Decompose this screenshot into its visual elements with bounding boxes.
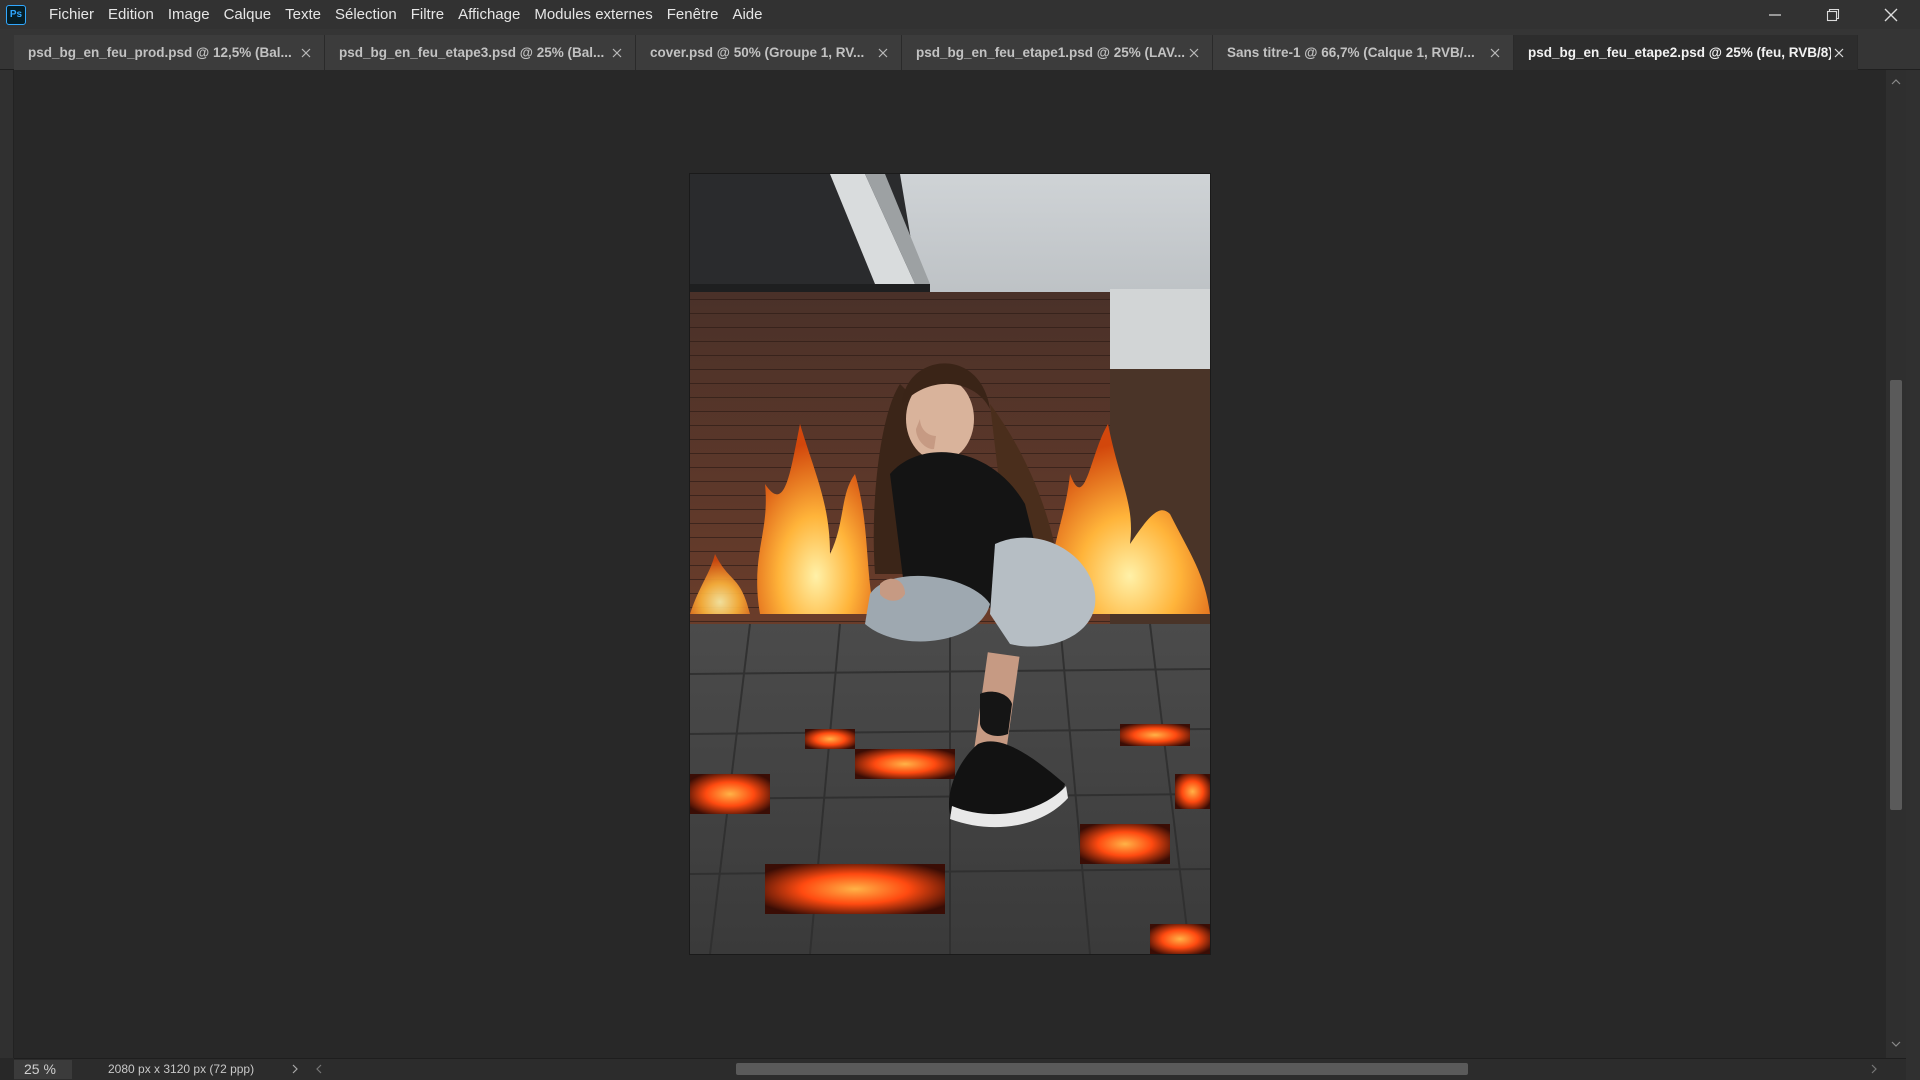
menu-selection[interactable]: Sélection <box>328 0 404 29</box>
menu-bar: Ps Fichier Edition Image Calque Texte Sé… <box>0 0 1920 29</box>
tab-label: cover.psd @ 50% (Groupe 1, RV... <box>650 45 865 60</box>
document-canvas-image[interactable] <box>690 174 1210 954</box>
document-info[interactable]: 2080 px x 3120 px (72 ppp) <box>108 1059 254 1080</box>
scroll-up-icon[interactable] <box>1891 78 1901 86</box>
tab-close-icon[interactable] <box>1186 48 1202 58</box>
vertical-scroll-thumb[interactable] <box>1890 380 1902 810</box>
minimize-icon <box>1769 13 1781 16</box>
menu-edition[interactable]: Edition <box>101 0 161 29</box>
tab-sans-titre-1[interactable]: Sans titre-1 @ 66,7% (Calque 1, RVB/... <box>1213 35 1514 70</box>
menu-affichage[interactable]: Affichage <box>451 0 527 29</box>
tab-close-icon[interactable] <box>1831 48 1847 58</box>
tab-cover[interactable]: cover.psd @ 50% (Groupe 1, RV... <box>636 35 902 70</box>
tab-label: psd_bg_en_feu_etape1.psd @ 25% (LAV... <box>916 45 1185 60</box>
scroll-down-icon[interactable] <box>1891 1040 1901 1048</box>
tab-label: Sans titre-1 @ 66,7% (Calque 1, RVB/... <box>1227 45 1475 60</box>
minimize-button[interactable] <box>1746 0 1804 29</box>
photoshop-logo-icon[interactable]: Ps <box>6 4 26 25</box>
vertical-scrollbar[interactable] <box>1886 70 1906 1058</box>
close-icon <box>1884 8 1898 21</box>
tab-psd-bg-en-feu-etape3[interactable]: psd_bg_en_feu_etape3.psd @ 25% (Bal... <box>325 35 636 70</box>
tab-close-icon[interactable] <box>298 48 314 58</box>
menu-modules-externes[interactable]: Modules externes <box>527 0 659 29</box>
menu-fichier[interactable]: Fichier <box>42 0 101 29</box>
tab-label: psd_bg_en_feu_prod.psd @ 12,5% (Bal... <box>28 45 292 60</box>
menu-aide[interactable]: Aide <box>725 0 769 29</box>
horizontal-scroll-thumb[interactable] <box>736 1063 1468 1075</box>
tab-label: psd_bg_en_feu_etape2.psd @ 25% (feu, RVB… <box>1528 45 1831 60</box>
tab-psd-bg-en-feu-etape2[interactable]: psd_bg_en_feu_etape2.psd @ 25% (feu, RVB… <box>1514 35 1858 70</box>
toolbar-edge <box>0 70 14 1058</box>
scroll-left-icon[interactable] <box>314 1061 324 1077</box>
close-window-button[interactable] <box>1862 0 1920 29</box>
restore-icon <box>1826 8 1840 21</box>
photo-illustration <box>690 174 1210 954</box>
panel-edge <box>1906 70 1920 1080</box>
tab-psd-bg-en-feu-etape1[interactable]: psd_bg_en_feu_etape1.psd @ 25% (LAV... <box>902 35 1213 70</box>
tab-close-icon[interactable] <box>1487 48 1503 58</box>
tab-close-icon[interactable] <box>609 48 625 58</box>
menu-texte[interactable]: Texte <box>278 0 328 29</box>
document-tabs: psd_bg_en_feu_prod.psd @ 12,5% (Bal... p… <box>0 29 1920 70</box>
tab-close-icon[interactable] <box>875 48 891 58</box>
tab-psd-bg-en-feu-prod[interactable]: psd_bg_en_feu_prod.psd @ 12,5% (Bal... <box>14 35 325 70</box>
menu-calque[interactable]: Calque <box>217 0 279 29</box>
chevron-right-icon[interactable] <box>290 1061 300 1077</box>
menu-image[interactable]: Image <box>161 0 217 29</box>
restore-button[interactable] <box>1804 0 1862 29</box>
menu-filtre[interactable]: Filtre <box>404 0 451 29</box>
window-controls <box>1746 0 1920 29</box>
tab-label: psd_bg_en_feu_etape3.psd @ 25% (Bal... <box>339 45 605 60</box>
status-bar: 25 % 2080 px x 3120 px (72 ppp) <box>14 1058 1906 1080</box>
scroll-right-icon[interactable] <box>1869 1061 1879 1077</box>
zoom-level-field[interactable]: 25 % <box>14 1060 72 1079</box>
menu-fenetre[interactable]: Fenêtre <box>660 0 726 29</box>
